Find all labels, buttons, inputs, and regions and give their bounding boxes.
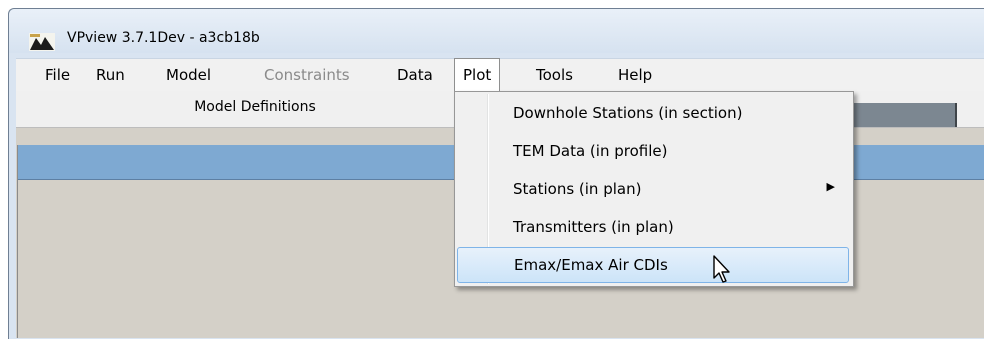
menu-plot[interactable]: Plot (454, 58, 501, 92)
window-title: VPview 3.7.1Dev - a3cb18b (67, 30, 260, 46)
plot-menu-transmitters[interactable]: Transmitters (in plan) (457, 210, 849, 244)
menu-item-label: Emax/Emax Air CDIs (514, 256, 668, 274)
title-bar[interactable]: VPview 3.7.1Dev - a3cb18b (9, 9, 984, 53)
plot-menu-dropdown: Downhole Stations (in section) TEM Data … (454, 91, 854, 287)
plot-menu-tem-data[interactable]: TEM Data (in profile) (457, 134, 849, 168)
menu-help[interactable]: Help (610, 59, 660, 91)
menu-item-label: Transmitters (in plan) (513, 218, 674, 236)
app-window: VPview 3.7.1Dev - a3cb18b File Run Model… (0, 0, 984, 339)
menu-run[interactable]: Run (88, 59, 133, 91)
menu-constraints[interactable]: Constraints (256, 59, 358, 91)
menu-file[interactable]: File (37, 59, 78, 91)
mouse-cursor-icon (713, 255, 730, 283)
menu-item-label: Downhole Stations (in section) (513, 104, 743, 122)
plot-menu-stations-in-plan[interactable]: Stations (in plan) ▶ (457, 172, 849, 206)
menu-tools[interactable]: Tools (528, 59, 581, 91)
tab-model-definitions[interactable]: Model Definitions (16, 99, 494, 115)
submenu-arrow-icon: ▶ (826, 180, 835, 193)
vpview-logo-icon (29, 33, 55, 51)
menu-item-label: Stations (in plan) (513, 180, 642, 198)
menu-data[interactable]: Data (389, 59, 441, 91)
plot-menu-downhole-stations[interactable]: Downhole Stations (in section) (457, 96, 849, 130)
plot-menu-emax-cdis[interactable]: Emax/Emax Air CDIs (457, 247, 849, 283)
tab-scroll-slider[interactable] (851, 103, 957, 127)
menu-bar: File Run Model Constraints Data Plot Too… (16, 58, 984, 92)
menu-item-label: TEM Data (in profile) (513, 142, 668, 160)
menu-model[interactable]: Model (158, 59, 219, 91)
